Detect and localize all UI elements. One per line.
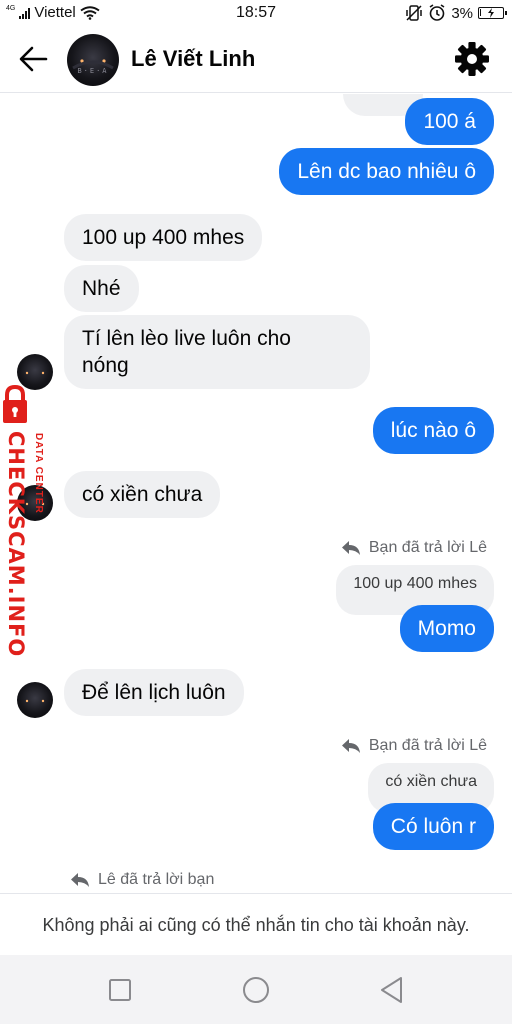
lock-icon <box>3 385 27 423</box>
gear-icon[interactable] <box>454 41 490 77</box>
incoming-message[interactable]: Tí lên lèo live luôn cho nóng <box>64 315 370 389</box>
reply-note-text: Lê đã trả lời bạn <box>98 871 215 888</box>
reply-icon <box>341 739 360 753</box>
back-button[interactable] <box>16 42 52 76</box>
battery-percent: 3% <box>451 4 473 22</box>
message-text-line: Tí lên lèo live luôn cho <box>82 327 291 350</box>
reply-note-text: Bạn đã trả lời Lê <box>368 539 487 556</box>
outgoing-message[interactable]: Momo <box>399 605 494 652</box>
back-nav-button[interactable] <box>375 973 409 1007</box>
reply-icon <box>71 873 89 887</box>
message-text: Có luôn r <box>390 815 476 838</box>
battery-level <box>480 9 481 16</box>
vibrate-icon <box>406 5 423 21</box>
incoming-message[interactable]: 100 up 400 mhes <box>64 214 263 261</box>
reply-note-text: Bạn đã trả lời Lê <box>368 737 487 754</box>
outgoing-message[interactable]: Lên dc bao nhiêu ô <box>279 148 494 195</box>
reply-note: Lê đã trả lời bạn <box>70 871 214 889</box>
message-text-line: nóng <box>82 354 129 377</box>
watermark-subtext: DATA CENTER <box>33 433 44 514</box>
reply-note: Bạn đã trả lời Lê <box>341 737 487 755</box>
conversation-header: B·E·A Lê Viết Linh <box>0 26 512 93</box>
incoming-message[interactable]: Để lên lịch luôn <box>64 669 244 716</box>
avatar-caption: B·E·A <box>77 67 109 75</box>
alarm-icon <box>429 4 445 21</box>
outgoing-message[interactable]: 100 á <box>405 98 494 145</box>
status-right: 3% <box>405 4 507 22</box>
outgoing-message[interactable]: lúc nào ô <box>372 407 494 454</box>
message-text: Lên dc bao nhiêu ô <box>297 160 476 183</box>
message-text: Momo <box>417 617 476 640</box>
quoted-text: 100 up 400 mhes <box>353 575 477 592</box>
system-nav-bar <box>0 955 512 1024</box>
quoted-text: có xiền chưa <box>385 773 477 790</box>
status-bar: 4G Viettel 18:57 3% <box>0 0 512 26</box>
reply-icon <box>341 541 360 555</box>
messaging-restricted-notice: Không phải ai cũng có thể nhắn tin cho t… <box>0 893 512 955</box>
watermark: CHECKSCAM.INFO DATA CENTER <box>0 385 60 657</box>
incoming-message[interactable]: có xiền chưa <box>64 471 221 518</box>
reply-note: Bạn đã trả lời Lê <box>341 539 487 557</box>
watermark-text: CHECKSCAM.INFO <box>4 431 28 658</box>
contact-name[interactable]: Lê Viết Linh <box>131 46 255 72</box>
message-text: có xiền chưa <box>82 483 203 506</box>
message-text: Để lên lịch luôn <box>82 681 226 704</box>
message-text: Nhé <box>82 277 121 300</box>
contact-avatar[interactable]: B·E·A <box>67 34 119 86</box>
battery-icon <box>478 7 507 19</box>
incoming-message[interactable]: Nhé <box>64 265 139 312</box>
message-text: 100 up 400 mhes <box>82 226 245 249</box>
home-button[interactable] <box>239 973 273 1007</box>
message-list[interactable]: 100 á Lên dc bao nhiêu ô 100 up 400 mhes… <box>0 94 512 892</box>
recent-apps-button[interactable] <box>103 973 137 1007</box>
sender-avatar[interactable] <box>17 682 53 718</box>
message-text: lúc nào ô <box>390 419 476 442</box>
message-text: 100 á <box>423 110 476 133</box>
outgoing-message[interactable]: Có luôn r <box>372 803 494 850</box>
